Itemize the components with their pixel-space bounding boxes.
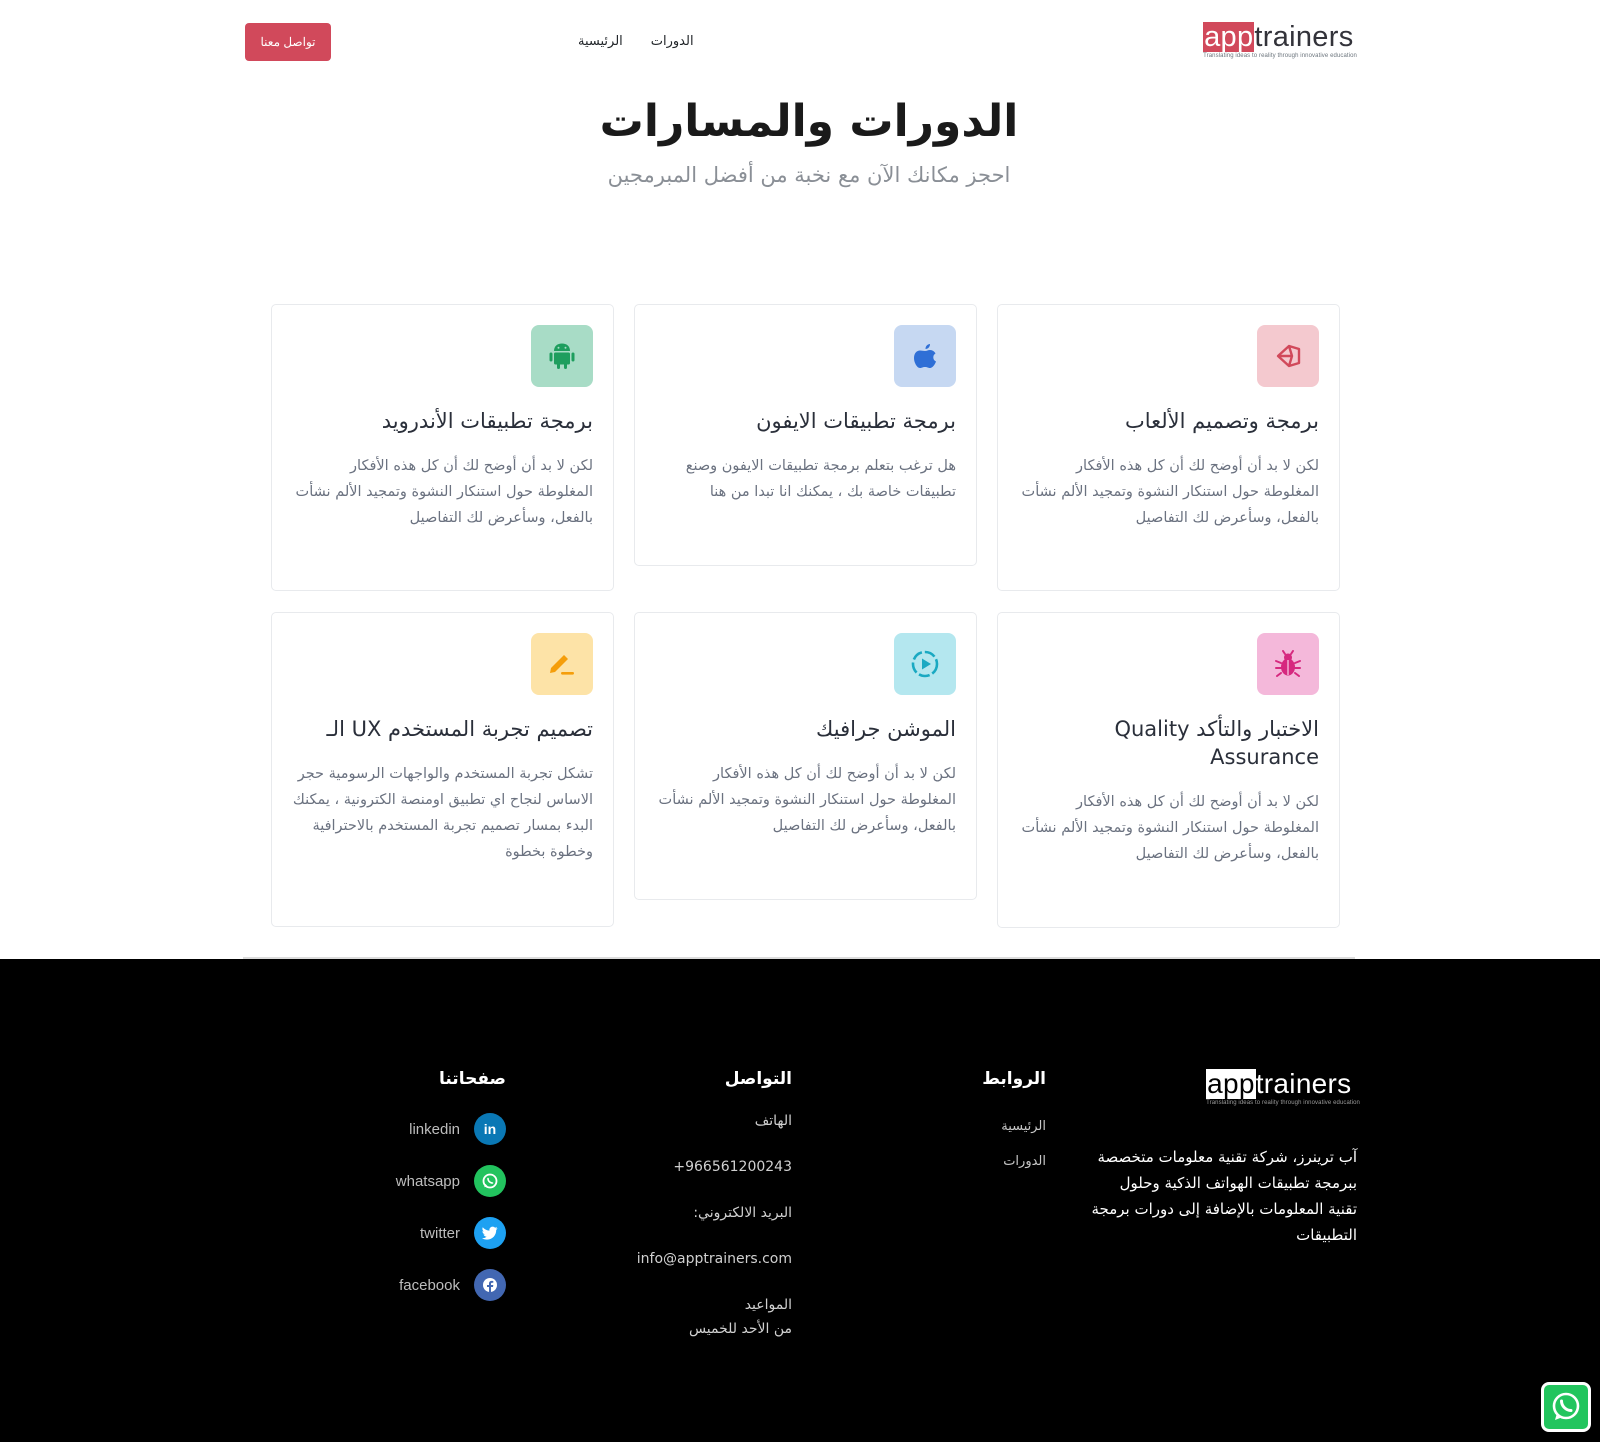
social-label: facebook xyxy=(399,1276,460,1294)
course-title: برمجة تطبيقات الايفون xyxy=(756,409,956,433)
footer-links-title: الروابط xyxy=(982,1069,1046,1089)
social-facebook[interactable]: facebook xyxy=(306,1269,506,1301)
page-title: الدورات والمسارات xyxy=(599,96,1019,147)
logo-trainers-part: trainers xyxy=(1254,21,1354,53)
footer-about-text: آب ترينرز، شركة تقنية معلومات متخصصة ببر… xyxy=(1091,1148,1357,1244)
twitter-icon xyxy=(474,1217,506,1249)
nav-home-link[interactable]: الرئيسية xyxy=(578,34,623,49)
email-address[interactable]: info@apptrainers.com xyxy=(592,1247,792,1271)
footer-link-courses[interactable]: الدورات xyxy=(886,1144,1046,1179)
social-label: twitter xyxy=(419,1224,460,1242)
linkedin-icon: in xyxy=(474,1113,506,1145)
course-title: الموشن جرافيك xyxy=(816,717,956,741)
nav-courses-link[interactable]: الدورات xyxy=(651,34,694,49)
course-title: برمجة تطبيقات الأندرويد xyxy=(381,409,593,433)
header: app trainers Translating ideas to reality… xyxy=(0,0,1600,90)
course-description: تشكل تجربة المستخدم والواجهات الرسومية ح… xyxy=(292,766,593,860)
site-logo[interactable]: app trainers Translating ideas to reality… xyxy=(1203,22,1357,59)
course-title: برمجة وتصميم الألعاب xyxy=(1124,409,1319,433)
footer: app trainers Translating ideas to reality… xyxy=(0,959,1600,1442)
footer-links-column: الروابط الرئيسية الدورات xyxy=(886,1069,1046,1179)
course-card-qa[interactable]: الاختبار والتأكد Quality Assurance لكن ل… xyxy=(997,612,1340,928)
social-label: linkedin xyxy=(409,1120,460,1138)
unity-icon xyxy=(1257,325,1319,387)
footer-pages-title: صفحاتنا xyxy=(438,1069,506,1089)
footer-pages-column: صفحاتنا in linkedin whatsapp twitter fac… xyxy=(306,1069,506,1321)
social-twitter[interactable]: twitter xyxy=(306,1217,506,1249)
logo-wordmark: app trainers xyxy=(1203,22,1353,52)
logo-app-part: app xyxy=(1203,21,1255,53)
hours-value: من الأحد للخميس xyxy=(688,1321,792,1337)
social-linkedin[interactable]: in linkedin xyxy=(306,1113,506,1145)
footer-logo-tagline: Translating ideas to reality through inn… xyxy=(1206,1100,1360,1106)
whatsapp-floating-button[interactable] xyxy=(1541,1382,1591,1432)
facebook-icon xyxy=(474,1269,506,1301)
contact-us-button[interactable]: تواصل معنا xyxy=(245,23,331,61)
whatsapp-icon xyxy=(474,1165,506,1197)
main-nav: الرئيسية الدورات xyxy=(578,34,694,49)
phone-number[interactable]: +966561200243 xyxy=(592,1155,792,1179)
motion-play-icon xyxy=(894,633,956,695)
course-description: لكن لا بد أن أوضح لك أن كل هذه الأفكار ا… xyxy=(1021,458,1319,526)
course-card-ux[interactable]: تصميم تجربة المستخدم UX الـ تشكل تجربة ا… xyxy=(271,612,614,927)
course-card-android[interactable]: برمجة تطبيقات الأندرويد لكن لا بد أن أوض… xyxy=(271,304,614,591)
logo-tagline: Translating ideas to reality through inn… xyxy=(1203,53,1357,59)
footer-logo-wordmark: app trainers xyxy=(1206,1069,1351,1099)
footer-logo-app-part: app xyxy=(1206,1068,1256,1099)
social-whatsapp[interactable]: whatsapp xyxy=(306,1165,506,1197)
whatsapp-icon xyxy=(1552,1392,1580,1420)
footer-link-home[interactable]: الرئيسية xyxy=(886,1109,1046,1144)
course-description: لكن لا بد أن أوضح لك أن كل هذه الأفكار ا… xyxy=(1021,794,1319,862)
course-description: هل ترغب بتعلم برمجة تطبيقات الايفون وصنع… xyxy=(685,458,956,500)
course-title: الاختبار والتأكد Quality Assurance xyxy=(1114,717,1319,769)
phone-label: الهاتف xyxy=(754,1113,792,1129)
course-title: تصميم تجربة المستخدم UX الـ xyxy=(326,717,593,741)
course-card-iphone[interactable]: برمجة تطبيقات الايفون هل ترغب بتعلم برمج… xyxy=(634,304,977,566)
social-label: whatsapp xyxy=(395,1172,460,1190)
page-subtitle: احجز مكانك الآن مع نخبة من أفضل المبرمجي… xyxy=(607,163,1011,187)
hours-label: المواعيد xyxy=(744,1297,792,1313)
footer-logo[interactable]: app trainers Translating ideas to reality… xyxy=(1206,1069,1360,1106)
footer-logo-trainers-part: trainers xyxy=(1255,1068,1352,1099)
android-icon xyxy=(531,325,593,387)
footer-contact-title: التواصل xyxy=(724,1069,792,1089)
course-card-motion[interactable]: الموشن جرافيك لكن لا بد أن أوضح لك أن كل… xyxy=(634,612,977,900)
course-description: لكن لا بد أن أوضح لك أن كل هذه الأفكار ا… xyxy=(658,766,956,834)
apple-icon xyxy=(894,325,956,387)
pencil-icon xyxy=(531,633,593,695)
footer-contact-column: التواصل الهاتف +966561200243 البريد الال… xyxy=(592,1069,792,1363)
course-card-games[interactable]: برمجة وتصميم الألعاب لكن لا بد أن أوضح ل… xyxy=(997,304,1340,591)
course-description: لكن لا بد أن أوضح لك أن كل هذه الأفكار ا… xyxy=(295,458,593,526)
email-label: البريد الالكتروني: xyxy=(693,1205,792,1221)
bug-icon xyxy=(1257,633,1319,695)
